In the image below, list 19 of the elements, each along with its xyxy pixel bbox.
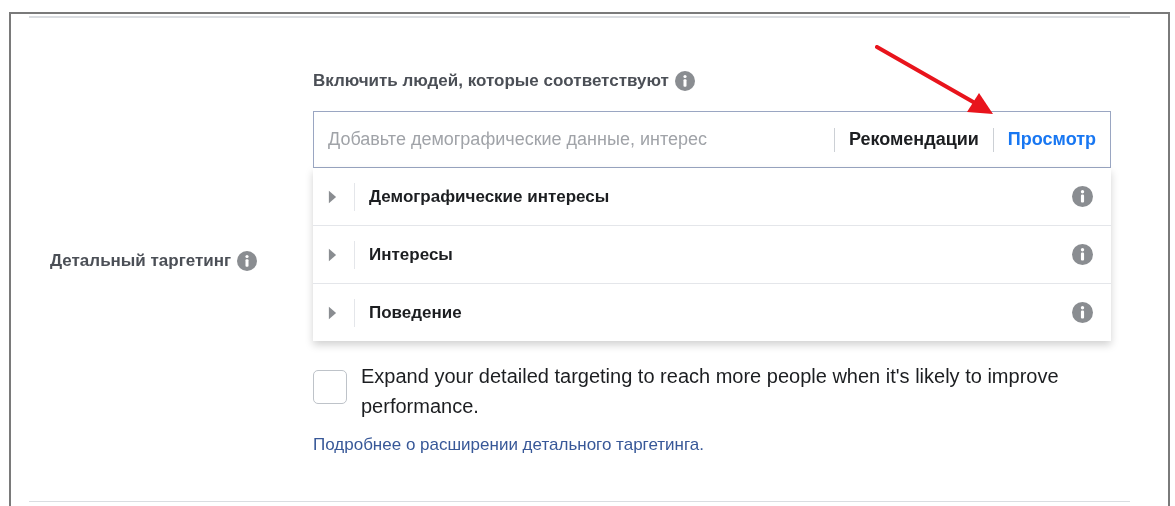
view-tab[interactable]: Просмотр (1007, 129, 1096, 150)
info-icon[interactable] (1072, 244, 1093, 265)
category-item[interactable]: Интересы (313, 226, 1111, 284)
checkbox[interactable] (313, 370, 347, 404)
checkbox-label: Expand your detailed targeting to reach more people when it's likely to improve performance. (361, 364, 1060, 419)
view-tab[interactable]: Рекомендации (848, 129, 979, 150)
learn-more-link[interactable]: Подробнее о расширении детального таргетинга. (313, 435, 1111, 455)
category-item[interactable]: Поведение (313, 284, 1111, 341)
info-icon[interactable] (674, 71, 695, 91)
info-icon[interactable] (237, 250, 258, 271)
category-item[interactable]: Демографические интересы (313, 168, 1111, 226)
search-field[interactable]: Добавьте демографические данные, интерес Рекомендации Просмотр (313, 111, 1111, 168)
section-label: Детальный таргетинг (50, 250, 232, 271)
caret-icon[interactable] (328, 305, 337, 320)
include-heading: Включить людей, которые соответствуют (313, 71, 669, 91)
info-icon[interactable] (1072, 186, 1093, 207)
info-icon[interactable] (1072, 302, 1093, 323)
caret-icon[interactable] (328, 247, 337, 262)
caret-icon[interactable] (328, 189, 337, 204)
